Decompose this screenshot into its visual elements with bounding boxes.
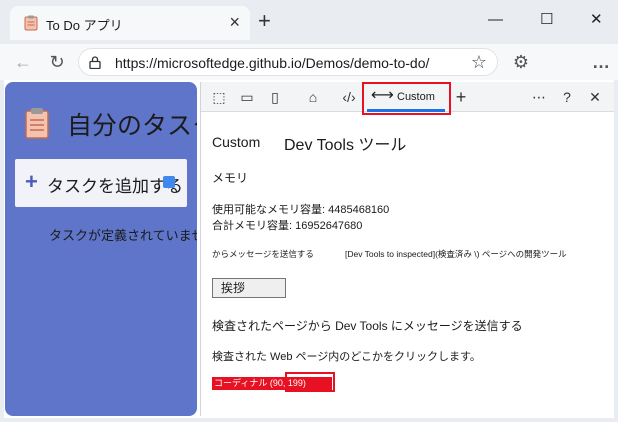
devtools-content: Custom Dev Tools ツール メモリ 使用可能なメモリ容量: 448… — [201, 113, 614, 416]
clipboard-icon — [24, 15, 38, 31]
send-message-label: 検査されたページから Dev Tools にメッセージを送信する — [212, 319, 523, 333]
navigation-bar: ← ↻ https://microsoftedge.github.io/Demo… — [0, 44, 618, 80]
elements-icon[interactable]: ‹/› — [339, 87, 359, 107]
add-tool-icon[interactable]: + — [451, 87, 471, 107]
enter-icon — [163, 176, 175, 188]
device-emulation-icon[interactable]: ▭ — [237, 87, 257, 107]
more-icon[interactable]: ⋯ — [529, 87, 549, 107]
help-icon[interactable]: ? — [557, 87, 577, 107]
home-icon[interactable]: ⌂ — [303, 87, 323, 107]
lock-icon — [89, 56, 101, 69]
close-tab-icon[interactable]: × — [229, 12, 240, 32]
sidebar-toggle-icon[interactable]: ▯ — [265, 87, 285, 107]
title-bar: To Do アプリ × + — ☐ ✕ — [0, 0, 618, 44]
maximize-icon[interactable]: ☐ — [540, 10, 553, 30]
todo-app: 自分のタスク + タスクを追加する タスクが定義されていません — [5, 82, 197, 416]
panel-heading-prefix: Custom — [212, 134, 261, 150]
memory-title: メモリ — [212, 171, 249, 185]
greet-button[interactable]: 挨拶 — [212, 278, 286, 298]
devtools-panel: ⬚ ▭ ▯ ⌂ ‹/› ⟷ Custom + ⋯ ? ✕ Custom Dev … — [200, 82, 614, 416]
panel-heading: Dev Tools ツール — [284, 137, 407, 154]
empty-tasks-message: タスクが定義されていません — [49, 228, 197, 243]
back-icon[interactable]: ← — [10, 49, 36, 75]
message-to-label: [Dev Tools to inspected](検査済み \) ページへの開発… — [345, 249, 567, 259]
custom-tab-highlight — [362, 82, 451, 115]
star-icon[interactable]: ☆ — [471, 52, 487, 73]
new-tab-icon[interactable]: + — [258, 9, 271, 33]
extensions-icon[interactable]: ⚙ — [508, 49, 534, 75]
close-window-icon[interactable]: ✕ — [590, 10, 603, 30]
coordinates-highlight — [285, 372, 335, 392]
address-bar[interactable]: https://microsoftedge.github.io/Demos/de… — [78, 48, 498, 76]
inspect-icon[interactable]: ⬚ — [209, 87, 229, 107]
click-instruction: 検査された Web ページ内のどこかをクリックします。 — [212, 351, 481, 363]
memory-available: 使用可能なメモリ容量: 4485468160 — [212, 204, 390, 216]
message-from-label: からメッセージを送信する — [212, 249, 314, 259]
browser-tab[interactable]: To Do アプリ × — [10, 6, 250, 40]
refresh-icon[interactable]: ↻ — [44, 49, 70, 75]
plus-icon: + — [25, 169, 38, 194]
close-icon[interactable]: ✕ — [585, 87, 605, 107]
app-title: 自分のタスク — [67, 112, 197, 140]
minimize-icon[interactable]: — — [488, 10, 503, 30]
add-task-button[interactable]: + タスクを追加する — [15, 159, 187, 207]
clipboard-icon — [25, 108, 49, 139]
tab-title: To Do アプリ — [46, 18, 123, 33]
url-text: https://microsoftedge.github.io/Demos/de… — [115, 55, 430, 71]
memory-total: 合計メモリ容量: 16952647680 — [212, 220, 363, 232]
more-icon[interactable]: … — [588, 49, 614, 75]
